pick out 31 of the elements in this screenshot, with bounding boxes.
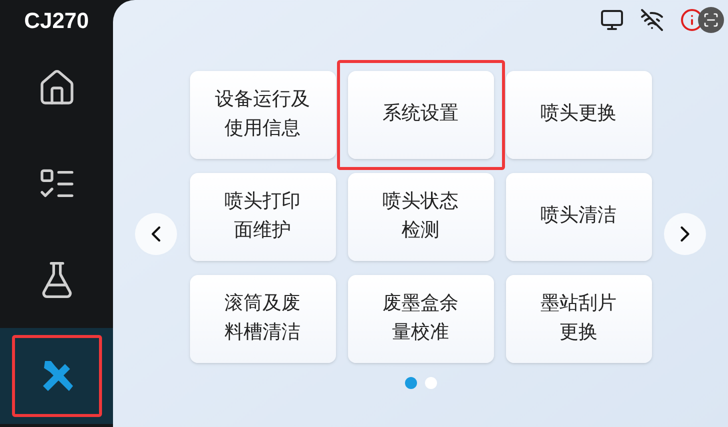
monitor-icon[interactable] [600, 8, 624, 32]
scan-icon [703, 12, 719, 28]
fullscreen-button[interactable] [698, 7, 724, 33]
menu-tile[interactable]: 墨站刮片 更换 [506, 274, 652, 362]
menu-tile[interactable]: 设备运行及 使用信息 [190, 70, 336, 158]
tile-label-line: 喷头打印 [224, 190, 300, 214]
next-button[interactable] [664, 212, 706, 254]
tile-label-line: 检测 [402, 218, 440, 242]
tile-label-line: 滚筒及废 [224, 292, 300, 316]
menu-tile[interactable]: 喷头状态 检测 [348, 172, 494, 260]
tile-label-line: 喷头更换 [540, 102, 616, 126]
tile-label-line: 设备运行及 [215, 88, 310, 112]
menu-tile[interactable]: 喷头更换 [506, 70, 652, 158]
menu-tile[interactable]: 废墨盒余 量校准 [348, 274, 494, 362]
brand-title: CJ270 [23, 6, 90, 34]
tile-label-line: 使用信息 [224, 116, 300, 140]
tile-label-line: 系统设置 [382, 102, 458, 126]
tile-label-line: 更换 [560, 320, 598, 344]
wifi-off-icon[interactable] [640, 8, 664, 32]
tile-label-line: 喷头清洁 [540, 204, 616, 228]
tile-label-line: 墨站刮片 [540, 292, 616, 316]
menu-tile[interactable]: 喷头打印 面维护 [190, 172, 336, 260]
menu-tile[interactable]: 滚筒及废 料槽清洁 [190, 274, 336, 362]
tile-label-line: 量校准 [392, 320, 449, 344]
tile-label-line: 面维护 [234, 218, 291, 242]
tile-label-line: 废墨盒余 [382, 292, 458, 316]
previous-button[interactable] [135, 212, 177, 254]
menu-tile[interactable]: 系统设置 [348, 70, 494, 158]
tile-label-line: 料槽清洁 [224, 320, 300, 344]
menu-tile[interactable]: 喷头清洁 [506, 172, 652, 260]
tile-label-line: 喷头状态 [382, 190, 458, 214]
